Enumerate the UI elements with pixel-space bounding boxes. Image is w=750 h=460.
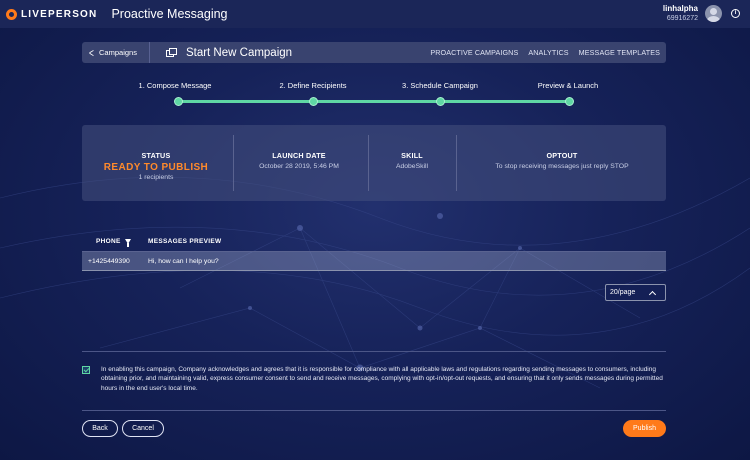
column-header-phone-label: PHONE — [96, 238, 121, 245]
campaign-header-bar: < Campaigns Start New Campaign PROACTIVE… — [82, 42, 666, 63]
divider — [82, 351, 666, 352]
top-header: LIVEPERSON Proactive Messaging linhalpha… — [0, 0, 750, 28]
app-title: Proactive Messaging — [111, 7, 228, 21]
info-icon[interactable]: i — [731, 9, 740, 18]
status-label: STATUS — [141, 151, 171, 160]
page-size-value: 20/page — [610, 289, 636, 296]
avatar[interactable] — [705, 5, 722, 22]
consent-checkbox[interactable] — [82, 366, 90, 374]
optout-block: OPTOUT To stop receiving messages just r… — [495, 151, 628, 170]
divider — [82, 410, 666, 411]
step-label-preview[interactable]: Preview & Launch — [538, 81, 598, 90]
skill-block: SKILL AdobeSkill — [396, 151, 428, 170]
back-button[interactable]: Back — [82, 420, 118, 437]
skill-label: SKILL — [401, 151, 423, 160]
page-size-select[interactable]: 20/page — [605, 284, 666, 301]
chevron-left-icon[interactable]: < — [89, 46, 94, 60]
divider — [233, 135, 234, 191]
step-dot-compose[interactable] — [174, 97, 183, 106]
user-account-id: 69916272 — [666, 15, 698, 22]
launch-date-label: LAUNCH DATE — [272, 151, 326, 160]
table-header: PHONE MESSAGES PREVIEW — [82, 232, 666, 252]
user-info[interactable]: linhalpha 69916272 — [663, 4, 698, 24]
column-header-phone[interactable]: PHONE — [96, 238, 148, 247]
liveperson-logo-icon — [6, 8, 17, 20]
user-name: linhalpha — [662, 4, 698, 13]
avatar-head-shape — [710, 8, 717, 15]
column-header-messages-preview: MESSAGES PREVIEW — [148, 238, 222, 245]
cancel-button[interactable]: Cancel — [122, 420, 164, 437]
recipients-table: PHONE MESSAGES PREVIEW +1425449390 Hi, h… — [82, 232, 666, 271]
divider — [456, 135, 457, 191]
breadcrumb-campaigns[interactable]: Campaigns — [99, 48, 137, 57]
divider — [368, 135, 369, 191]
campaign-nav: PROACTIVE CAMPAIGNS ANALYTICS MESSAGE TE… — [420, 48, 660, 57]
campaign-summary-panel: STATUS READY TO PUBLISH 1 recipients LAU… — [82, 125, 666, 201]
status-block: STATUS READY TO PUBLISH 1 recipients — [104, 151, 208, 181]
nav-analytics[interactable]: ANALYTICS — [528, 48, 568, 57]
avatar-body-shape — [707, 16, 720, 22]
chevron-up-icon — [648, 290, 657, 298]
logo-text: LIVEPERSON — [21, 8, 98, 20]
campaign-stepper: 1. Compose Message 2. Define Recipients … — [0, 78, 750, 108]
liveperson-logo[interactable]: LIVEPERSON — [6, 8, 98, 20]
status-badge: READY TO PUBLISH — [103, 162, 209, 173]
step-label-recipients[interactable]: 2. Define Recipients — [279, 81, 346, 90]
consent-text: In enabling this campaign, Company ackno… — [101, 366, 663, 392]
cell-message-preview: Hi, how can I help you? — [148, 257, 219, 265]
step-dot-preview[interactable] — [565, 97, 574, 106]
launch-date-value: October 28 2019, 5:46 PM — [259, 163, 339, 170]
step-dot-recipients[interactable] — [309, 97, 318, 106]
step-label-compose[interactable]: 1. Compose Message — [139, 81, 212, 90]
optout-value: To stop receiving messages just reply ST… — [495, 163, 629, 170]
nav-proactive-campaigns[interactable]: PROACTIVE CAMPAIGNS — [430, 48, 518, 57]
table-row[interactable]: +1425449390 Hi, how can I help you? — [82, 252, 666, 271]
optout-label: OPTOUT — [546, 151, 578, 160]
skill-value: AdobeSkill — [395, 163, 429, 170]
divider — [148, 42, 150, 63]
cell-phone: +1425449390 — [88, 257, 130, 265]
page-title: Start New Campaign — [185, 46, 293, 59]
stepper-progress-line — [178, 100, 569, 103]
recipients-count: 1 recipients — [138, 174, 174, 181]
nav-message-templates[interactable]: MESSAGE TEMPLATES — [579, 48, 660, 57]
filter-icon[interactable] — [124, 239, 131, 247]
copy-campaign-icon — [165, 47, 178, 58]
step-dot-schedule[interactable] — [436, 97, 445, 106]
launch-date-block: LAUNCH DATE October 28 2019, 5:46 PM — [259, 151, 339, 170]
step-label-schedule[interactable]: 3. Schedule Campaign — [402, 81, 478, 90]
publish-button[interactable]: Publish — [623, 420, 666, 437]
